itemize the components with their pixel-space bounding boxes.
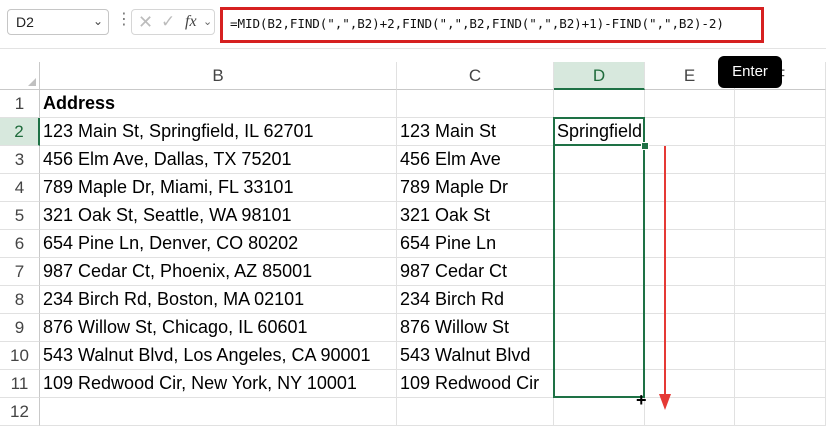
cell-d5[interactable] <box>554 202 645 230</box>
cell-f6[interactable] <box>735 230 826 258</box>
cell-f3[interactable] <box>735 146 826 174</box>
name-box-value: D2 <box>16 14 34 30</box>
cell-d4[interactable] <box>554 174 645 202</box>
cell-f9[interactable] <box>735 314 826 342</box>
row-header[interactable]: 9 <box>0 314 40 342</box>
cell-d1[interactable] <box>554 90 645 118</box>
cell-b6[interactable]: 654 Pine Ln, Denver, CO 80202 <box>40 230 397 258</box>
formula-input[interactable]: =MID(B2,FIND(",",B2)+2,FIND(",",B2,FIND(… <box>220 7 764 43</box>
drag-arrow-icon <box>659 146 671 410</box>
cell-d2[interactable]: Springfield <box>554 118 645 146</box>
cell-d12[interactable] <box>554 398 645 426</box>
fill-handle[interactable] <box>641 142 649 150</box>
cell-c10[interactable]: 543 Walnut Blvd <box>397 342 554 370</box>
column-header-b[interactable]: B <box>40 62 397 90</box>
chevron-down-icon[interactable]: ⌄ <box>93 14 103 28</box>
cell-d6[interactable] <box>554 230 645 258</box>
cell-c6[interactable]: 654 Pine Ln <box>397 230 554 258</box>
formula-text: =MID(B2,FIND(",",B2)+2,FIND(",",B2,FIND(… <box>230 16 724 31</box>
cell-c9[interactable]: 876 Willow St <box>397 314 554 342</box>
cell-b8[interactable]: 234 Birch Rd, Boston, MA 02101 <box>40 286 397 314</box>
cell-b2[interactable]: 123 Main St, Springfield, IL 62701 <box>40 118 397 146</box>
cell-f11[interactable] <box>735 370 826 398</box>
cell-c1[interactable] <box>397 90 554 118</box>
divider <box>0 48 826 49</box>
row-header[interactable]: 11 <box>0 370 40 398</box>
row-header[interactable]: 7 <box>0 258 40 286</box>
cell-d8[interactable] <box>554 286 645 314</box>
cell-b12[interactable] <box>40 398 397 426</box>
check-icon[interactable]: ✓ <box>161 12 175 32</box>
cell-b5[interactable]: 321 Oak St, Seattle, WA 98101 <box>40 202 397 230</box>
cell-f10[interactable] <box>735 342 826 370</box>
cell-f7[interactable] <box>735 258 826 286</box>
select-all-corner[interactable] <box>0 62 40 90</box>
close-icon[interactable]: ✕ <box>138 12 153 33</box>
cell-f8[interactable] <box>735 286 826 314</box>
cell-d10[interactable] <box>554 342 645 370</box>
formula-buttons: ✕ ✓ fx ⌄ <box>131 9 215 35</box>
cell-f2[interactable] <box>735 118 826 146</box>
row-header[interactable]: 12 <box>0 398 40 426</box>
name-box[interactable]: D2 ⌄ <box>7 9 109 35</box>
cell-c4[interactable]: 789 Maple Dr <box>397 174 554 202</box>
row-header[interactable]: 4 <box>0 174 40 202</box>
cell-d9[interactable] <box>554 314 645 342</box>
fx-icon[interactable]: fx <box>185 13 197 31</box>
cell-c7[interactable]: 987 Cedar Ct <box>397 258 554 286</box>
cell-b1[interactable]: Address <box>40 90 397 118</box>
cell-b10[interactable]: 543 Walnut Blvd, Los Angeles, CA 90001 <box>40 342 397 370</box>
cell-d7[interactable] <box>554 258 645 286</box>
cell-c5[interactable]: 321 Oak St <box>397 202 554 230</box>
cell-f1[interactable] <box>735 90 826 118</box>
crosshair-icon: + <box>636 390 647 410</box>
cell-f4[interactable] <box>735 174 826 202</box>
row-header[interactable]: 6 <box>0 230 40 258</box>
cell-f5[interactable] <box>735 202 826 230</box>
cell-b11[interactable]: 109 Redwood Cir, New York, NY 10001 <box>40 370 397 398</box>
row-header[interactable]: 2 <box>0 118 40 146</box>
enter-tooltip: Enter <box>718 56 782 88</box>
cell-d11[interactable] <box>554 370 645 398</box>
row-header[interactable]: 10 <box>0 342 40 370</box>
cell-b9[interactable]: 876 Willow St, Chicago, IL 60601 <box>40 314 397 342</box>
cell-b4[interactable]: 789 Maple Dr, Miami, FL 33101 <box>40 174 397 202</box>
row-header[interactable]: 1 <box>0 90 40 118</box>
row-header[interactable]: 8 <box>0 286 40 314</box>
chevron-down-icon[interactable]: ⌄ <box>203 15 212 28</box>
cell-d3[interactable] <box>554 146 645 174</box>
cell-c8[interactable]: 234 Birch Rd <box>397 286 554 314</box>
formula-bar: D2 ⌄ ⋮ ✕ ✓ fx ⌄ =MID(B2,FIND(",",B2)+2,F… <box>0 0 826 48</box>
cell-b7[interactable]: 987 Cedar Ct, Phoenix, AZ 85001 <box>40 258 397 286</box>
row-header[interactable]: 3 <box>0 146 40 174</box>
column-header-c[interactable]: C <box>397 62 554 90</box>
column-header-d[interactable]: D <box>554 62 645 90</box>
row-header[interactable]: 5 <box>0 202 40 230</box>
cell-e1[interactable] <box>645 90 735 118</box>
cell-c2[interactable]: 123 Main St <box>397 118 554 146</box>
cell-c12[interactable] <box>397 398 554 426</box>
more-options-icon[interactable]: ⋮ <box>116 12 132 28</box>
cell-b3[interactable]: 456 Elm Ave, Dallas, TX 75201 <box>40 146 397 174</box>
cell-f12[interactable] <box>735 398 826 426</box>
cell-c3[interactable]: 456 Elm Ave <box>397 146 554 174</box>
cell-e2[interactable] <box>645 118 735 146</box>
cell-c11[interactable]: 109 Redwood Cir <box>397 370 554 398</box>
